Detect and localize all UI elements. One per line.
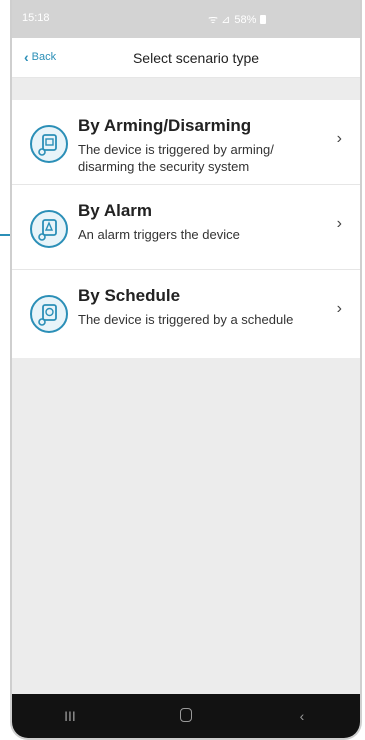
chevron-right-icon: › (336, 130, 342, 147)
scenario-description: The device is triggered by a schedule (78, 312, 294, 327)
scenario-list: By Arming/Disarming The device is trigge… (12, 100, 360, 358)
scenario-item-schedule[interactable]: By Schedule The device is triggered by a… (12, 270, 360, 358)
system-nav-bar: III ‹ (12, 694, 360, 738)
scenario-item-alarm[interactable]: By Alarm An alarm triggers the device › (12, 185, 360, 270)
alarm-device-icon (30, 210, 68, 248)
scenario-item-arming[interactable]: By Arming/Disarming The device is trigge… (12, 100, 360, 185)
schedule-device-icon (30, 295, 68, 333)
system-back-button[interactable]: ‹ (282, 708, 322, 724)
status-indicators: ᯤ ⊿ 58% (208, 12, 267, 27)
battery-icon (260, 15, 267, 24)
battery-percent: 58% (234, 13, 257, 26)
phone-screen: 15:18 ᯤ ⊿ 58% ‹ Back Select scenario typ… (10, 0, 362, 740)
page-title: Select scenario type (132, 50, 260, 66)
status-bar: 15:18 ᯤ ⊿ 58% (12, 0, 360, 38)
scenario-description: The device is triggered by arming/ disar… (78, 142, 274, 174)
signal-icon: ᯤ ⊿ (208, 14, 231, 26)
scenario-title: By Schedule (78, 286, 181, 305)
chevron-right-icon: › (336, 300, 342, 317)
arming-device-icon (30, 125, 68, 163)
section-spacer (12, 78, 360, 100)
recent-apps-button[interactable]: III (50, 708, 90, 724)
home-button[interactable] (166, 707, 206, 725)
home-icon (180, 707, 192, 722)
scenario-description: An alarm triggers the device (78, 227, 240, 242)
header: ‹ Back Select scenario type (12, 38, 360, 78)
scenario-title: By Alarm (78, 201, 153, 220)
chevron-right-icon: › (336, 215, 342, 232)
scenario-title: By Arming/Disarming (78, 116, 252, 135)
status-time: 15:18 (22, 12, 50, 24)
